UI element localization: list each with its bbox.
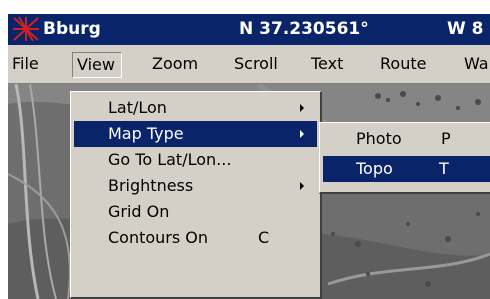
menu-item-map-type[interactable]: Map Type <box>74 121 317 147</box>
menu-item-label: Contours On <box>108 228 209 247</box>
menu-scroll[interactable]: Scroll <box>230 52 282 78</box>
menu-bar: File View Zoom Scroll Text Route Wa <box>8 45 490 84</box>
triangle-right-icon <box>300 182 304 190</box>
compass-star-icon <box>13 16 39 42</box>
menu-item-shortcut: T <box>439 159 449 178</box>
menu-item-grid-on[interactable]: Grid On <box>74 199 317 225</box>
menu-item-label: Grid On <box>108 202 170 221</box>
menu-item-contours-on[interactable]: Contours On C <box>74 225 317 251</box>
title-bar: Bburg N 37.230561° W 8 <box>8 14 490 45</box>
menu-route[interactable]: Route <box>376 52 430 78</box>
menu-text[interactable]: Text <box>307 52 347 78</box>
view-menu: Lat/Lon Map Type Go To Lat/Lon... Bright… <box>70 91 322 299</box>
menu-item-label: Topo <box>356 159 393 178</box>
menu-view[interactable]: View <box>72 52 122 78</box>
menu-item-brightness[interactable]: Brightness <box>74 173 317 199</box>
app-window: Bburg N 37.230561° W 8 File View Zoom Sc… <box>8 14 490 299</box>
map-type-submenu: Photo P Topo T <box>319 122 490 194</box>
longitude-readout: W 8 <box>447 19 484 39</box>
triangle-right-icon <box>300 104 304 112</box>
menu-item-label: Photo <box>356 129 402 148</box>
menu-item-shortcut: P <box>441 129 451 148</box>
latitude-readout: N 37.230561° <box>239 19 369 39</box>
menu-item-photo[interactable]: Photo P <box>323 126 490 152</box>
menu-item-label: Map Type <box>108 124 184 143</box>
menu-item-shortcut: C <box>258 228 270 247</box>
menu-item-go-to-lat-lon[interactable]: Go To Lat/Lon... <box>74 147 317 173</box>
app-title: Bburg <box>43 19 101 39</box>
menu-file[interactable]: File <box>8 52 43 78</box>
menu-item-topo[interactable]: Topo T <box>323 156 490 182</box>
menu-zoom[interactable]: Zoom <box>148 52 202 78</box>
menu-item-lat-lon[interactable]: Lat/Lon <box>74 95 317 121</box>
menu-item-label: Brightness <box>108 176 194 195</box>
menu-waypoints[interactable]: Wa <box>460 52 490 78</box>
menu-item-label: Lat/Lon <box>108 98 167 117</box>
triangle-right-icon <box>300 130 304 138</box>
menu-item-label: Go To Lat/Lon... <box>108 150 232 169</box>
